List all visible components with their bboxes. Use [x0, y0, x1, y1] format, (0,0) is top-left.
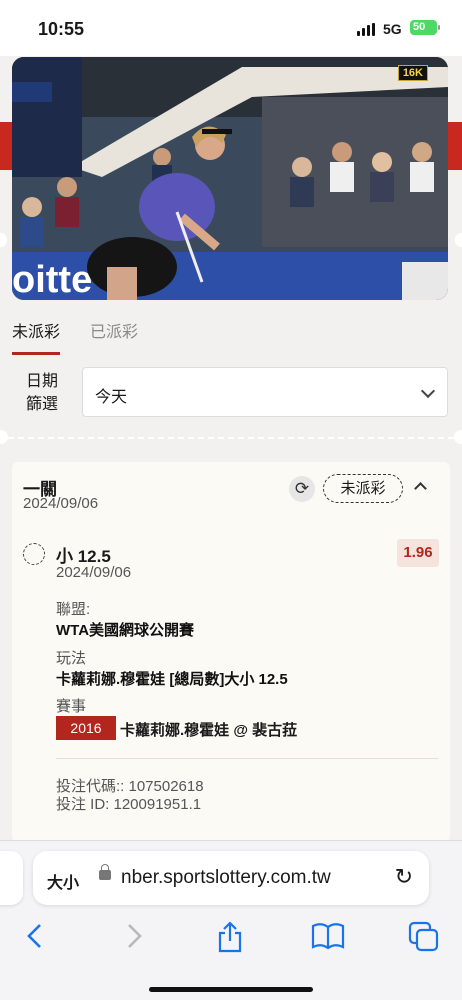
live-video-player[interactable]: oitte 16K	[12, 57, 448, 300]
safari-toolbar	[0, 913, 462, 961]
tab-unsettled[interactable]: 未派彩	[12, 318, 61, 355]
date-filter-label: 日期 篩選	[22, 370, 62, 416]
network-type: 5G	[383, 21, 402, 37]
share-icon[interactable]	[216, 921, 244, 953]
card-divider	[56, 758, 438, 759]
payout-tabs: 未派彩 已派彩	[12, 318, 138, 355]
back-icon[interactable]	[25, 921, 45, 951]
event-label: 賽事	[56, 698, 87, 715]
url-text[interactable]: nber.sportslottery.com.tw	[121, 867, 331, 889]
ticket-notch-right	[455, 233, 462, 247]
event-year-badge: 2016	[56, 716, 116, 740]
svg-text:oitte: oitte	[12, 259, 92, 300]
perforation-notch-right	[454, 430, 462, 444]
chevron-up-icon[interactable]	[414, 480, 428, 495]
refresh-icon[interactable]: ⟳	[289, 476, 315, 502]
event-match: 卡蘿莉娜.穆霍娃 @ 裴古菈	[120, 722, 298, 739]
signal-icon	[357, 23, 375, 36]
tab-settled[interactable]: 已派彩	[90, 318, 138, 355]
header-strip-right	[448, 122, 462, 170]
bet-status-badge: 未派彩	[323, 474, 403, 503]
home-indicator	[149, 987, 313, 992]
bet-id: 投注 ID: 120091951.1	[56, 796, 202, 813]
video-quality-badge: 16K	[397, 65, 428, 81]
date-filter-label-line2: 篩選	[25, 396, 58, 413]
ticket-perforation	[8, 437, 454, 439]
forward-icon[interactable]	[124, 921, 144, 951]
lock-icon	[99, 864, 111, 880]
bet-card: 一關 2024/09/06 ⟳ 未派彩 小 12.5 2024/09/06 1.…	[12, 462, 450, 842]
safari-bottom-bar: 大小 nber.sportslottery.com.tw ↻	[0, 840, 462, 1000]
selection-date: 2024/09/06	[56, 564, 132, 581]
bet-date: 2024/09/06	[23, 495, 99, 512]
market-label: 玩法	[56, 650, 87, 667]
bookmarks-icon[interactable]	[311, 921, 345, 951]
date-filter-value: 今天	[95, 389, 128, 406]
league-value: WTA美國網球公開賽	[56, 622, 195, 639]
previous-tab-peek[interactable]	[0, 851, 23, 905]
chevron-down-icon	[420, 383, 436, 399]
reload-icon[interactable]: ↻	[395, 864, 413, 890]
tabs-icon[interactable]	[408, 921, 440, 953]
text-size-button[interactable]: 大小	[47, 869, 79, 893]
status-time: 10:55	[38, 19, 85, 39]
league-label: 聯盟:	[56, 601, 91, 618]
odds-badge: 1.96	[397, 539, 439, 567]
tennis-match-video-frame: oitte	[12, 57, 448, 300]
pending-status-icon	[23, 543, 45, 565]
address-bar[interactable]: 大小 nber.sportslottery.com.tw ↻	[33, 851, 429, 905]
market-value: 卡蘿莉娜.穆霍娃 [總局數]大小 12.5	[56, 671, 288, 688]
battery-icon: 50	[410, 20, 440, 35]
status-bar: 10:55 5G 50	[0, 0, 462, 56]
date-filter-select[interactable]: 今天	[82, 367, 448, 417]
date-filter-label-line1: 日期	[25, 373, 58, 390]
